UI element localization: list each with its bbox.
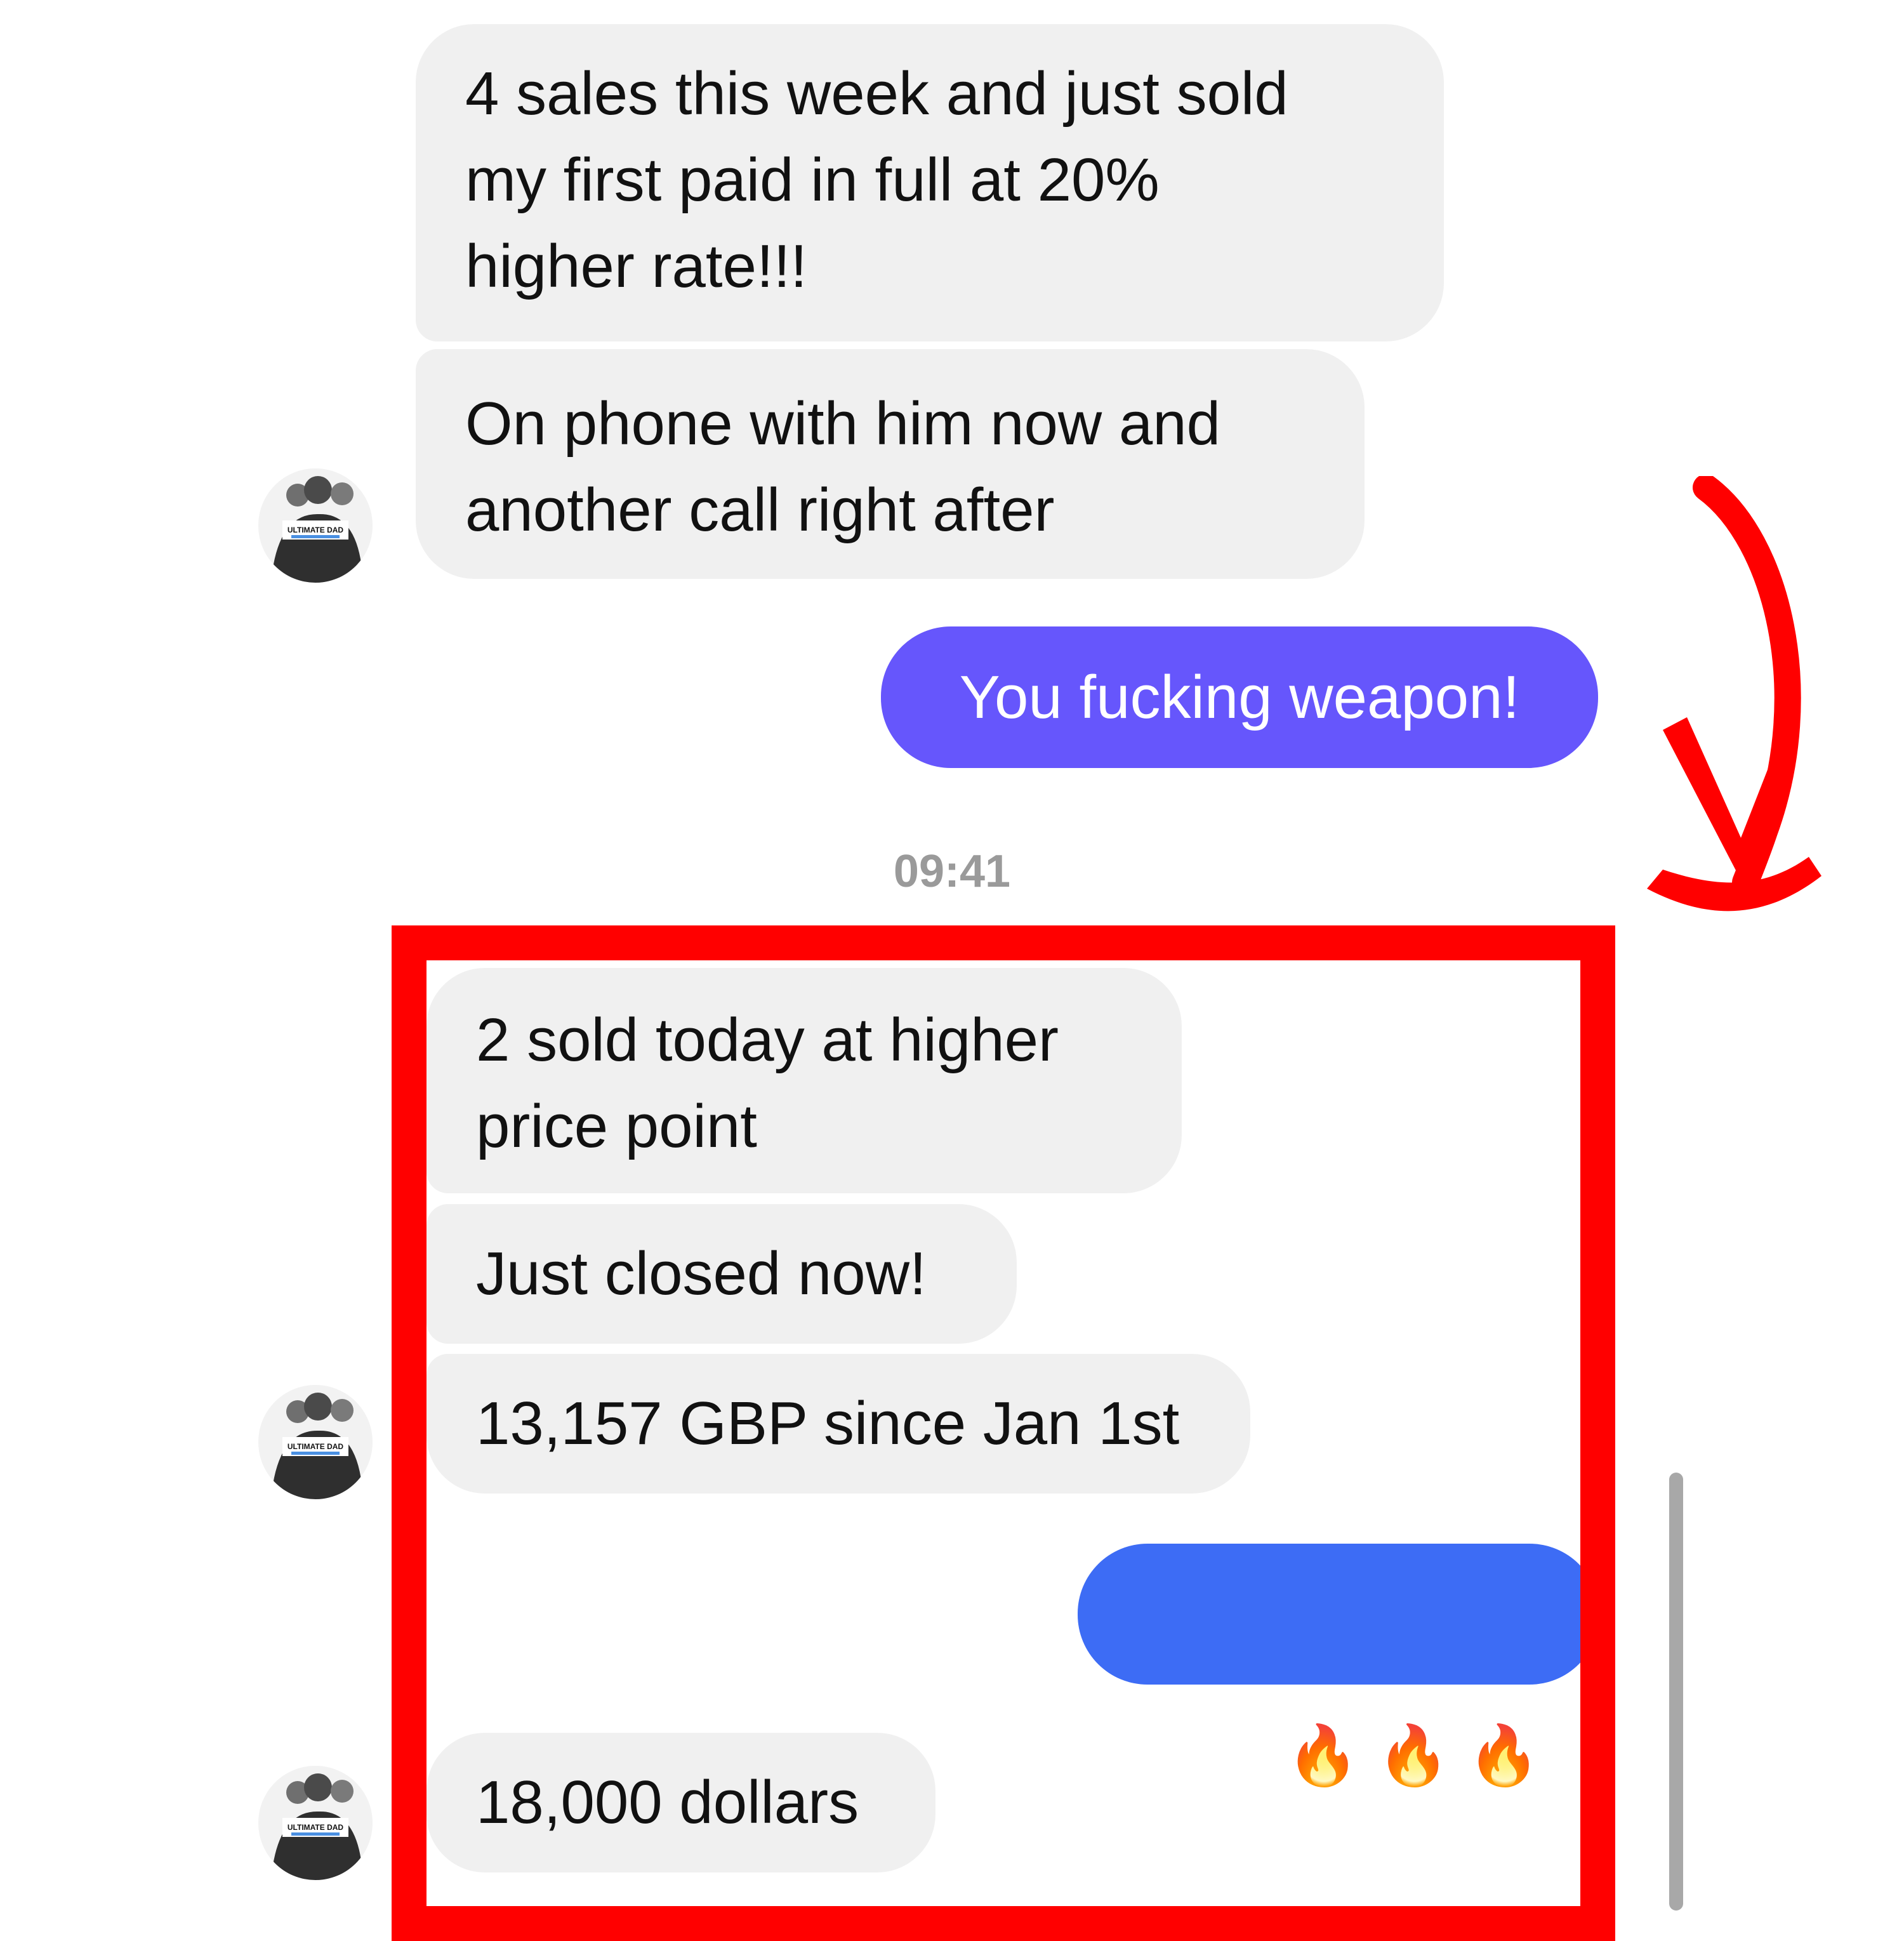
contact-avatar[interactable]: ULTIMATE DAD	[258, 1766, 373, 1880]
message-bubble-incoming[interactable]: Just closed now!	[426, 1204, 1017, 1344]
message-bubble-incoming[interactable]: 4 sales this week and just sold my first…	[416, 24, 1444, 341]
message-timestamp: 09:41	[893, 846, 1011, 897]
scrollbar[interactable]	[1669, 1473, 1683, 1911]
contact-avatar[interactable]: ULTIMATE DAD	[258, 468, 373, 583]
message-bubble-incoming[interactable]: On phone with him now and another call r…	[416, 349, 1365, 579]
avatar-photo: ULTIMATE DAD	[258, 1766, 373, 1880]
message-bubble-incoming[interactable]: 18,000 dollars	[426, 1733, 935, 1872]
message-bubble-outgoing[interactable]: You fucking weapon!	[881, 626, 1598, 768]
avatar-label: ULTIMATE DAD	[288, 1823, 344, 1832]
avatar-photo: ULTIMATE DAD	[258, 468, 373, 583]
curved-arrow-icon	[1647, 476, 1821, 911]
message-bubble-incoming[interactable]: 13,157 GBP since Jan 1st	[426, 1354, 1250, 1494]
avatar-label: ULTIMATE DAD	[288, 526, 344, 534]
fire-emoji-icon: 🔥	[1286, 1723, 1359, 1788]
avatar-photo: ULTIMATE DAD	[258, 1385, 373, 1499]
contact-avatar[interactable]: ULTIMATE DAD	[258, 1385, 373, 1499]
fire-emoji-icon: 🔥	[1467, 1723, 1540, 1788]
message-bubble-outgoing[interactable]: BRO 🔥 🔥 🔥	[1078, 1544, 1599, 1789]
avatar-label: ULTIMATE DAD	[288, 1442, 344, 1451]
message-text: BRO	[1137, 1721, 1269, 1789]
message-bubble-incoming[interactable]: 2 sold today at higher price point	[426, 968, 1182, 1193]
fire-emoji-icon: 🔥	[1377, 1723, 1450, 1788]
